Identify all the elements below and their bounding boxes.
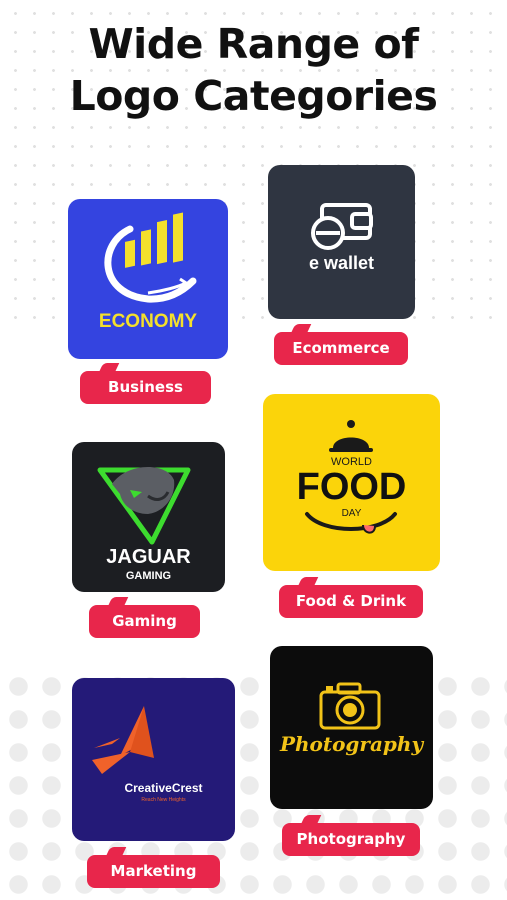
creativecrest-logo-text: CreativeCrest <box>124 781 203 795</box>
logo-card-ewallet[interactable]: e wallet <box>268 165 415 319</box>
category-tag-business[interactable]: Business <box>80 371 211 404</box>
economy-logo-icon <box>104 212 197 303</box>
jaguar-logo-sub: GAMING <box>125 570 172 582</box>
category-tag-gaming[interactable]: Gaming <box>89 605 200 638</box>
creativecrest-logo-sub: Reach New Heights <box>141 797 186 803</box>
logo-card-food[interactable]: WORLD FOOD DAY <box>263 394 440 571</box>
category-tag-ecommerce[interactable]: Ecommerce <box>274 332 408 365</box>
category-tag-marketing[interactable]: Marketing <box>87 855 220 888</box>
economy-logo-text: ECONOMY <box>98 311 198 332</box>
category-tag-food-drink[interactable]: Food & Drink <box>279 585 423 618</box>
food-logo-sub: DAY <box>341 508 362 519</box>
category-tag-photography[interactable]: Photography <box>282 823 420 856</box>
food-logo-main: FOOD <box>296 466 407 508</box>
wallet-icon <box>311 203 373 250</box>
jaguar-logo-title: JAGUAR <box>106 546 191 568</box>
logo-card-creativecrest[interactable]: CreativeCrest Reach New Heights <box>72 678 235 841</box>
camera-icon <box>319 682 381 730</box>
logo-card-jaguar[interactable]: JAGUAR GAMING <box>72 442 225 592</box>
page-title: Wide Range of Logo Categories <box>0 18 507 122</box>
title-line-1: Wide Range of <box>88 20 419 68</box>
creativecrest-logo-icon <box>92 706 154 774</box>
title-line-2: Logo Categories <box>69 72 438 120</box>
ewallet-logo-text: e wallet <box>308 253 375 273</box>
logo-card-photography[interactable]: Photography <box>270 646 433 809</box>
photography-logo-text: Photography <box>279 732 424 756</box>
logo-card-economy[interactable]: ECONOMY <box>68 199 228 359</box>
